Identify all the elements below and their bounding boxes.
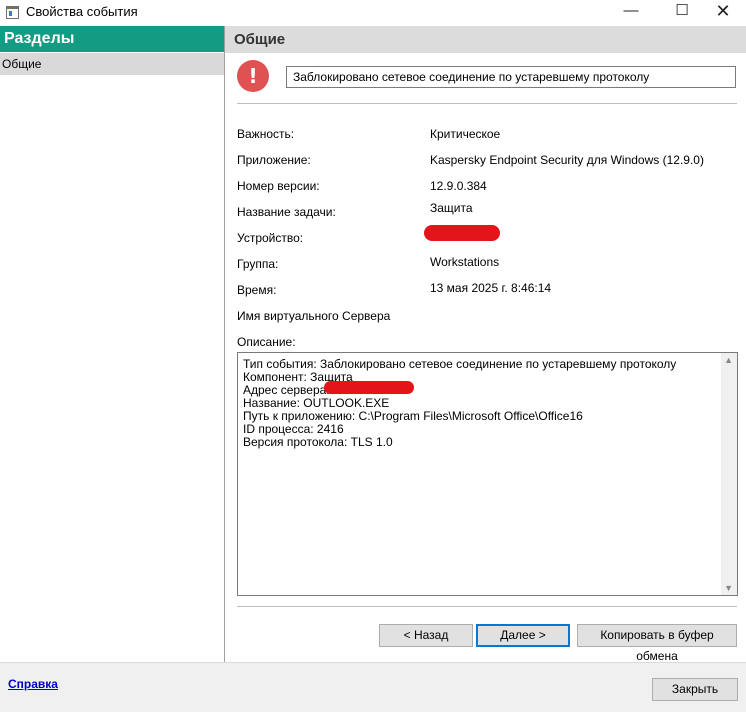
- scroll-up-arrow-icon[interactable]: ▲: [724, 355, 733, 365]
- sidebar-item-general[interactable]: Общие: [0, 53, 224, 75]
- application-label: Приложение:: [237, 153, 311, 167]
- version-label: Номер версии:: [237, 179, 320, 193]
- close-button[interactable]: Закрыть: [652, 678, 738, 701]
- vertical-divider: [224, 26, 225, 662]
- maximize-button[interactable]: ☐: [659, 0, 705, 24]
- copy-to-clipboard-button[interactable]: Копировать в буфер обмена: [577, 624, 737, 663]
- app-window-icon: [6, 6, 19, 19]
- event-title-field[interactable]: Заблокировано сетевое соединение по уста…: [286, 66, 736, 88]
- close-window-button[interactable]: ✕: [700, 0, 746, 24]
- description-scrollbar[interactable]: ▲ ▼: [721, 353, 737, 595]
- help-link[interactable]: Справка: [8, 677, 58, 691]
- task-name-value: Защита: [430, 201, 473, 215]
- description-line: Путь к приложению: C:\Program Files\Micr…: [243, 409, 583, 423]
- title-bar: Свойства события — ☐ ✕: [0, 0, 746, 24]
- divider: [237, 103, 737, 104]
- divider: [237, 606, 737, 607]
- description-line: ID процесса: 2416: [243, 422, 344, 436]
- task-name-label: Название задачи:: [237, 205, 336, 219]
- minimize-button[interactable]: —: [608, 0, 654, 24]
- group-label: Группа:: [237, 257, 279, 271]
- critical-warning-icon: !: [237, 60, 269, 92]
- description-line: Тип события: Заблокировано сетевое соеди…: [243, 357, 677, 371]
- description-line: Версия протокола: TLS 1.0: [243, 435, 393, 449]
- window-title: Свойства события: [26, 4, 138, 19]
- severity-label: Важность:: [237, 127, 295, 141]
- description-label: Описание:: [237, 335, 296, 349]
- next-button[interactable]: Далее >: [476, 624, 570, 647]
- sidebar-header: Разделы: [0, 26, 224, 52]
- description-textarea[interactable]: Тип события: Заблокировано сетевое соеди…: [237, 352, 738, 596]
- description-line: Название: OUTLOOK.EXE: [243, 396, 390, 410]
- server-address-redacted: [324, 381, 414, 394]
- device-value-redacted: [424, 225, 500, 241]
- dialog-footer: [0, 662, 746, 712]
- device-label: Устройство:: [237, 231, 304, 245]
- version-value: 12.9.0.384: [430, 179, 487, 193]
- severity-value: Критическое: [430, 127, 501, 141]
- time-value: 13 мая 2025 г. 8:46:14: [430, 281, 552, 295]
- back-button[interactable]: < Назад: [379, 624, 473, 647]
- time-label: Время:: [237, 283, 277, 297]
- application-value: Kaspersky Endpoint Security для Windows …: [430, 153, 704, 167]
- virtual-server-label: Имя виртуального Сервера: [237, 309, 391, 323]
- group-value: Workstations: [430, 255, 500, 269]
- description-line: Адрес сервера:: [243, 383, 330, 397]
- scroll-down-arrow-icon[interactable]: ▼: [724, 583, 733, 593]
- section-title: Общие: [225, 26, 746, 53]
